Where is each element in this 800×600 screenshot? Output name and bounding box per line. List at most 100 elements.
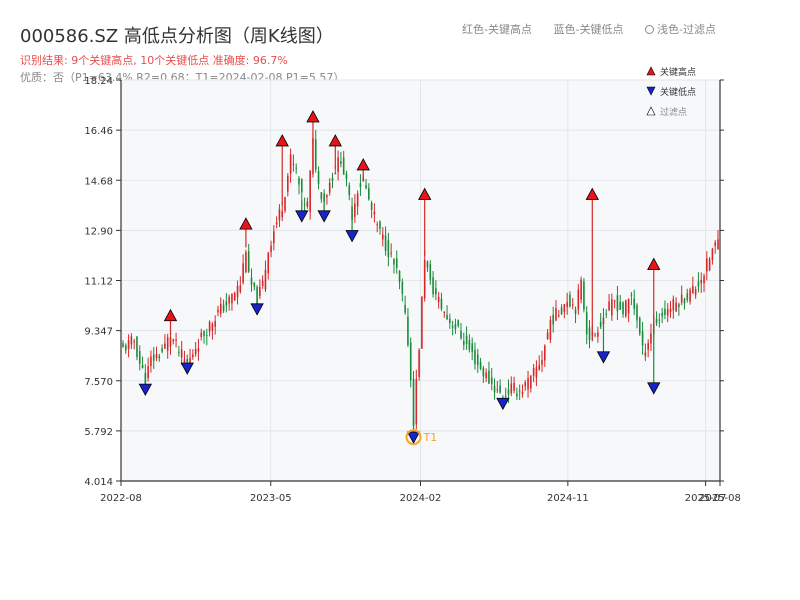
legend-high-label: 关键高点: [660, 66, 696, 78]
candle-body: [535, 367, 538, 378]
candle-body: [407, 316, 409, 346]
candle-body: [169, 337, 172, 347]
candle-body: [555, 308, 557, 321]
candle-body: [457, 320, 460, 326]
candle-body: [259, 286, 261, 297]
candle-body: [429, 264, 432, 280]
candle-body: [381, 234, 384, 240]
candle-body: [694, 288, 697, 296]
y-tick-label: 7.570: [84, 377, 113, 388]
candle-body: [544, 345, 546, 361]
candle-body: [625, 300, 627, 317]
candle-body: [164, 343, 166, 349]
candle-body: [490, 377, 493, 384]
candle-body: [518, 390, 521, 392]
candle-body: [571, 304, 574, 306]
candle-body: [594, 334, 596, 336]
candle-body: [527, 377, 529, 390]
candle-body: [465, 335, 468, 344]
candle-body: [183, 359, 186, 363]
candle-body: [560, 307, 563, 315]
candle-body: [655, 318, 658, 324]
candle-body: [717, 239, 719, 250]
candle-body: [194, 349, 197, 355]
candle-body: [340, 161, 342, 164]
candle-body: [214, 321, 216, 327]
candle-body: [616, 295, 619, 312]
candle-body: [409, 342, 412, 381]
candle-body: [289, 154, 292, 174]
candle-body: [390, 252, 392, 254]
candle-body: [611, 299, 613, 316]
candle-body: [683, 298, 686, 304]
candle-body: [306, 201, 309, 207]
candle-body: [122, 343, 124, 347]
candle-body: [328, 182, 331, 193]
candle-body: [228, 296, 230, 304]
candle-body: [211, 323, 214, 331]
candle-body: [580, 279, 582, 300]
candle-body: [644, 352, 647, 357]
candle-body: [281, 211, 284, 218]
candle-body: [415, 378, 418, 425]
candle-body: [225, 301, 228, 306]
candle-body: [178, 351, 180, 353]
candle-body: [583, 281, 585, 310]
candle-body: [641, 331, 644, 346]
candle-body: [680, 294, 683, 303]
candle-body: [474, 349, 476, 365]
candle-body: [636, 305, 638, 321]
candle-body: [261, 280, 264, 287]
candle-body: [287, 175, 289, 192]
candle-body: [661, 312, 663, 317]
candle-body: [197, 348, 200, 352]
candle-body: [608, 301, 610, 311]
candle-body: [192, 354, 194, 358]
candle-body: [404, 304, 406, 313]
candle-body: [479, 361, 482, 369]
candle-body: [549, 320, 552, 340]
candle-body: [689, 289, 691, 302]
candle-body: [124, 345, 127, 351]
candle-body: [295, 167, 297, 169]
candle-body: [426, 261, 429, 268]
candle-body: [298, 177, 300, 185]
candle-body: [454, 324, 457, 329]
candle-body: [130, 336, 133, 345]
candle-body: [138, 351, 141, 364]
candle-body: [421, 296, 423, 349]
candle-body: [650, 333, 652, 344]
y-tick-label: 5.792: [84, 427, 113, 438]
candle-body: [337, 157, 339, 172]
candle-body: [708, 259, 711, 271]
candle-body: [326, 195, 328, 198]
candle-body: [619, 301, 622, 310]
x-tick-label: 2024-02: [400, 493, 442, 504]
t1-label: T1: [423, 431, 438, 444]
x-tick-label: 2023-05: [250, 493, 292, 504]
candle-body: [471, 343, 473, 352]
candle-body: [219, 303, 222, 314]
candle-body: [141, 364, 144, 369]
candle-body: [401, 282, 404, 294]
candle-body: [331, 178, 334, 182]
y-tick-label: 9.347: [84, 327, 113, 338]
candle-body: [669, 308, 672, 313]
candle-body: [379, 221, 381, 229]
candle-body: [605, 313, 608, 315]
candle-body: [250, 277, 253, 285]
candle-body: [356, 193, 359, 207]
legend-filtered-label: 过滤点: [660, 106, 687, 118]
candle-body: [588, 327, 591, 340]
candle-body: [513, 382, 515, 391]
candle-body: [365, 184, 367, 189]
candle-body: [273, 231, 275, 244]
candle-body: [538, 365, 541, 370]
candle-body: [387, 240, 390, 258]
y-tick-label: 14.68: [84, 176, 113, 187]
candle-body: [437, 296, 440, 303]
candle-body: [530, 375, 532, 389]
candle-body: [566, 302, 568, 307]
candle-body: [368, 188, 370, 200]
candle-body: [284, 197, 286, 211]
